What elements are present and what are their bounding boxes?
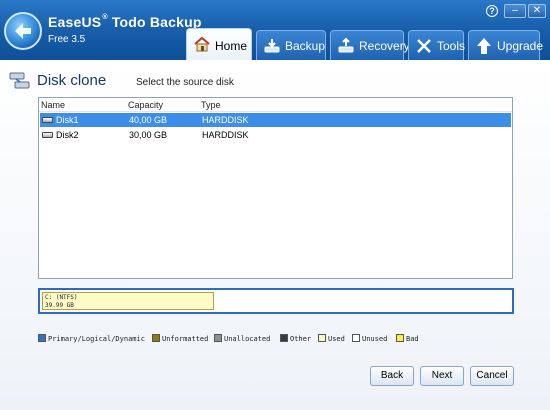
column-capacity[interactable]: Capacity bbox=[128, 100, 163, 110]
column-type[interactable]: Type bbox=[201, 100, 221, 110]
legend-swatch bbox=[280, 334, 288, 342]
partition-block[interactable]: C: (NTFS) 39.99 GB bbox=[42, 292, 214, 310]
legend-swatch bbox=[318, 334, 326, 342]
tab-label: Upgrade bbox=[497, 39, 544, 53]
tab-upgrade[interactable]: Upgrade bbox=[468, 30, 544, 60]
table-row[interactable]: Disk1 40,00 GB HARDDISK bbox=[40, 113, 511, 127]
legend-item: Unused bbox=[352, 334, 387, 343]
disk-map: C: (NTFS) 39.99 GB bbox=[38, 288, 514, 314]
partition-label: C: (NTFS) bbox=[45, 294, 78, 301]
title-bar: EaseUS® Todo Backup Free 3.5 ? – ✕ Home … bbox=[0, 0, 550, 60]
tab-label: Home bbox=[215, 39, 248, 53]
tab-tools[interactable]: Tools bbox=[408, 30, 466, 60]
legend-item: Unallocated bbox=[214, 334, 270, 343]
page-subtitle: Select the source disk bbox=[136, 77, 234, 88]
legend-swatch bbox=[214, 334, 222, 342]
disk-name: Disk2 bbox=[56, 130, 79, 140]
table-row[interactable]: Disk2 30,00 GB HARDDISK bbox=[40, 128, 511, 142]
page-title: Disk clone bbox=[37, 72, 107, 89]
legend-item: Used bbox=[318, 334, 345, 343]
partition-size: 39.99 GB bbox=[45, 302, 74, 309]
list-header: Name Capacity Type bbox=[39, 98, 512, 112]
disk-capacity: 30,00 GB bbox=[129, 130, 168, 140]
help-button[interactable]: ? bbox=[486, 5, 498, 17]
disk-type: HARDDISK bbox=[202, 115, 249, 125]
legend-swatch bbox=[38, 334, 46, 342]
app-version: Free 3.5 bbox=[48, 34, 86, 45]
back-button[interactable]: Back bbox=[370, 366, 414, 386]
cancel-button[interactable]: Cancel bbox=[470, 366, 514, 386]
legend-swatch bbox=[152, 334, 160, 342]
legend-item: Other bbox=[280, 334, 311, 343]
disk-capacity: 40,00 GB bbox=[129, 115, 168, 125]
tab-label: Backup bbox=[285, 39, 326, 53]
content-panel: Disk clone Select the source disk Name C… bbox=[0, 60, 550, 410]
hard-disk-icon bbox=[42, 132, 53, 138]
legend-item: Unformatted bbox=[152, 334, 208, 343]
backup-icon bbox=[264, 39, 280, 53]
app-window: EaseUS® Todo Backup Free 3.5 ? – ✕ Home … bbox=[0, 0, 550, 410]
tools-icon bbox=[417, 39, 431, 53]
tab-label: Recovery bbox=[359, 39, 410, 53]
tab-recovery[interactable]: Recovery bbox=[330, 30, 410, 60]
hard-disk-icon bbox=[42, 117, 53, 123]
disk-name: Disk1 bbox=[56, 115, 79, 125]
legend-swatch bbox=[352, 334, 360, 342]
recovery-icon bbox=[338, 37, 354, 53]
disk-list[interactable]: Name Capacity Type Disk1 40,00 GB HARDDI… bbox=[38, 97, 513, 279]
app-name: EaseUS® Todo Backup bbox=[48, 14, 202, 30]
tab-home[interactable]: Home bbox=[186, 28, 252, 60]
home-icon bbox=[194, 36, 210, 52]
close-button[interactable]: ✕ bbox=[528, 4, 546, 18]
disk-clone-icon bbox=[9, 72, 30, 89]
next-button[interactable]: Next bbox=[420, 366, 464, 386]
app-logo-icon bbox=[4, 12, 42, 50]
tab-label: Tools bbox=[437, 39, 466, 53]
legend-item: Primary/Logical/Dynamic bbox=[38, 334, 145, 343]
column-name[interactable]: Name bbox=[41, 100, 65, 110]
tab-backup[interactable]: Backup bbox=[256, 30, 326, 60]
minimize-button[interactable]: – bbox=[504, 4, 526, 18]
disk-type: HARDDISK bbox=[202, 130, 249, 140]
legend-swatch bbox=[396, 334, 404, 342]
legend-item: Bad bbox=[396, 334, 419, 343]
upgrade-icon bbox=[477, 38, 491, 54]
